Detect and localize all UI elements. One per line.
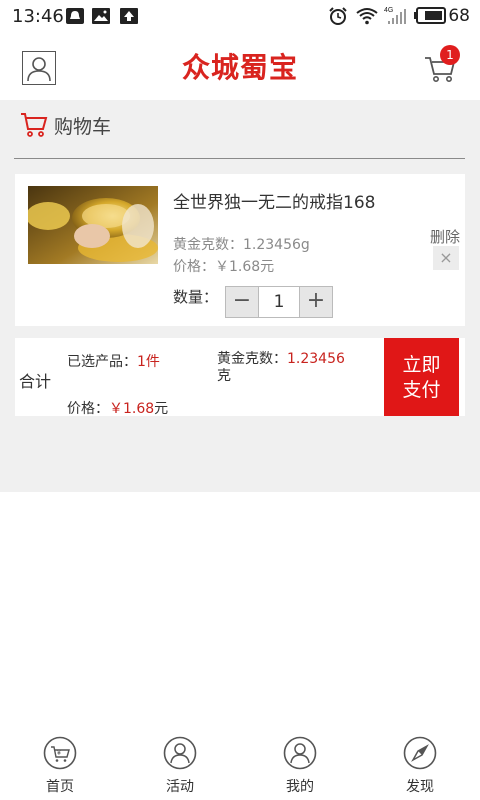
order-summary: 合计 已选产品：1件 黄金克数：1.23456 克 价格：￥1.68元 立即支付 xyxy=(15,338,465,418)
pay-now-line2: 支付 xyxy=(402,379,441,401)
compass-icon xyxy=(403,736,437,770)
selected-count-value: 1件 xyxy=(137,354,160,370)
nav-label-activity: 活动 xyxy=(166,779,194,795)
status-time: 13:46 xyxy=(12,6,64,27)
nav-item-mine[interactable]: 我的 xyxy=(260,736,340,800)
product-weight-label: 黄金克数： xyxy=(173,237,243,253)
upload-icon xyxy=(120,8,138,24)
user-avatar-button[interactable] xyxy=(22,51,56,85)
delete-button[interactable]: × xyxy=(433,246,459,270)
product-weight: 黄金克数：1.23456g xyxy=(173,234,310,254)
total-weight-value: 1.23456 xyxy=(287,351,345,367)
cart-item-card: 全世界独一无二的戒指168 黄金克数：1.23456g 价格：￥1.68元 删除… xyxy=(15,174,465,326)
nav-item-activity[interactable]: 活动 xyxy=(140,736,220,800)
product-price-value: ￥1.68元 xyxy=(215,259,275,275)
pay-now-line1: 立即 xyxy=(402,354,441,376)
signal-icon: 4G xyxy=(384,7,406,24)
quantity-label: 数量： xyxy=(173,288,219,306)
total-weight: 黄金克数：1.23456 克 xyxy=(217,351,377,385)
selected-count: 已选产品：1件 xyxy=(67,351,160,371)
nav-label-home: 首页 xyxy=(46,779,74,795)
image-icon xyxy=(92,8,110,24)
total-price-value: ￥1.68 xyxy=(109,401,155,417)
total-weight-unit: 克 xyxy=(217,368,231,384)
user-icon xyxy=(27,57,51,82)
status-bar: 13:46 4G 68 xyxy=(0,0,480,34)
battery-icon xyxy=(414,7,446,24)
title-divider xyxy=(14,158,465,159)
brand-logo: 众城蜀宝 xyxy=(181,51,298,84)
svg-text:4G: 4G xyxy=(384,7,393,14)
notification-bell-icon xyxy=(66,8,84,24)
nav-item-home[interactable]: ¥ 首页 xyxy=(20,736,100,800)
cart-content: 购物车 全世界独一无二的戒指168 黄金克数：1.23456g 价格：￥1.68… xyxy=(0,100,480,492)
quantity-input[interactable]: 1 xyxy=(259,286,299,318)
selected-count-label: 已选产品： xyxy=(67,354,137,370)
svg-text:¥: ¥ xyxy=(57,750,61,757)
profile-icon xyxy=(283,736,317,770)
quantity-increase-button[interactable]: + xyxy=(299,286,333,318)
nav-label-mine: 我的 xyxy=(286,779,314,795)
activity-user-icon xyxy=(163,736,197,770)
total-price-label: 价格： xyxy=(67,401,109,417)
pay-now-button[interactable]: 立即 支付 xyxy=(384,338,459,416)
cart-count-badge: 1 xyxy=(440,45,460,65)
total-price: 价格：￥1.68元 xyxy=(67,398,168,418)
product-weight-value: 1.23456g xyxy=(243,237,310,253)
nav-label-discover: 发现 xyxy=(406,779,434,795)
product-name[interactable]: 全世界独一无二的戒指168 xyxy=(173,188,375,213)
page-title-text: 购物车 xyxy=(54,116,112,138)
product-price: 价格：￥1.68元 xyxy=(173,256,274,276)
alarm-icon xyxy=(329,7,347,25)
home-cart-icon: ¥ xyxy=(43,736,77,770)
total-weight-label: 黄金克数： xyxy=(217,351,287,367)
battery-level: 68 xyxy=(448,6,470,26)
wifi-icon xyxy=(356,8,378,25)
delete-label[interactable]: 删除 xyxy=(430,226,460,247)
nav-item-discover[interactable]: 发现 xyxy=(380,736,460,800)
app-header: 众城蜀宝 xyxy=(0,34,480,100)
quantity-decrease-button[interactable]: − xyxy=(225,286,259,318)
product-image[interactable] xyxy=(28,186,158,264)
total-price-unit: 元 xyxy=(154,401,169,417)
total-label: 合计 xyxy=(19,372,52,391)
shopping-cart-icon xyxy=(21,113,48,137)
bottom-nav: ¥ 首页 活动 我的 发现 xyxy=(0,730,480,800)
product-price-label: 价格： xyxy=(173,259,215,275)
